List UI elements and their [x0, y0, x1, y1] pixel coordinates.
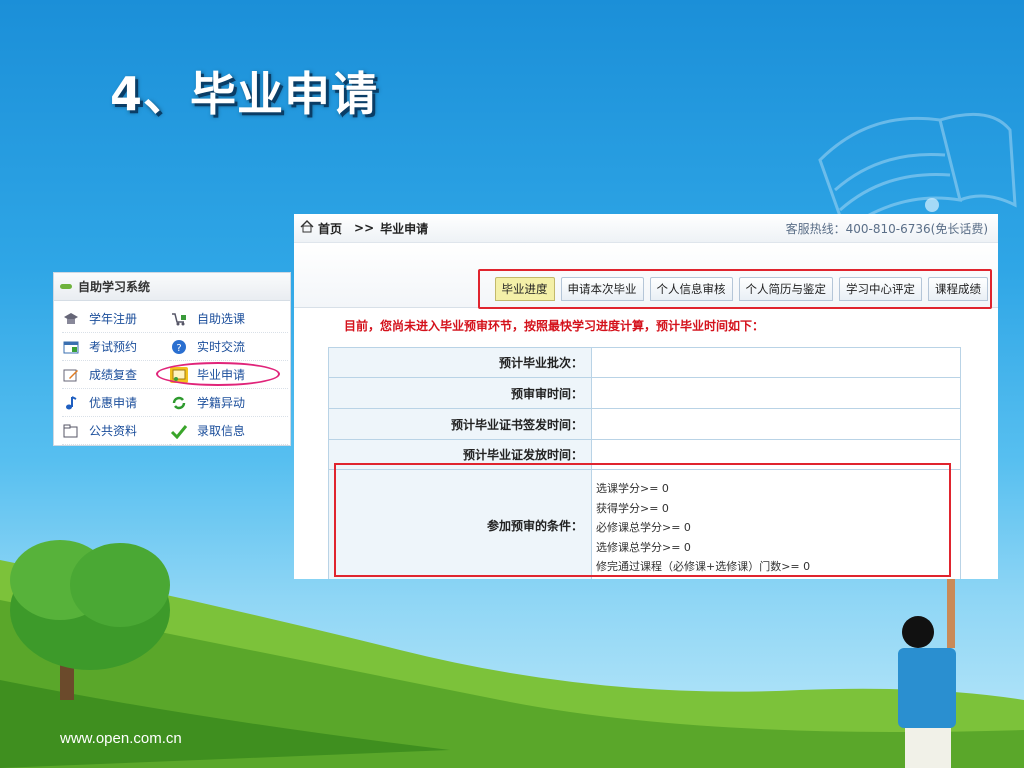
breadcrumb-separator: >>	[354, 221, 375, 235]
certificate-sign-time-label: 预计毕业证书签发时间：	[328, 408, 592, 440]
hotline-text: 客服热线：400-810-6736(免长话费)	[785, 221, 988, 236]
document-icon	[62, 423, 80, 439]
sidebar-item-live-chat[interactable]: ? 实时交流	[170, 333, 288, 361]
highlight-ellipse	[156, 362, 280, 386]
checkmark-icon	[170, 423, 188, 439]
batch-value	[591, 347, 961, 378]
sidebar-item-discount-application[interactable]: 优惠申请	[62, 389, 170, 417]
home-icon[interactable]	[300, 220, 314, 236]
sidebar-item-registration[interactable]: 学年注册	[62, 305, 170, 333]
top-bar: 首页 >> 毕业申请 客服热线：400-810-6736(免长话费)	[294, 214, 998, 243]
breadcrumb-home[interactable]: 首页	[318, 220, 342, 237]
music-note-icon	[62, 395, 80, 411]
batch-label: 预计毕业批次：	[328, 347, 592, 378]
graduation-cap-icon	[62, 311, 80, 327]
collapse-icon[interactable]	[60, 284, 72, 289]
refresh-icon	[170, 395, 188, 411]
sidebar-item-public-materials[interactable]: 公共资料	[62, 417, 170, 445]
calendar-icon	[62, 339, 80, 355]
sidebar-item-admission-info[interactable]: 录取信息	[170, 417, 288, 445]
graduation-application-panel: 首页 >> 毕业申请 客服热线：400-810-6736(免长话费) 毕业进度 …	[294, 214, 998, 579]
review-time-value	[591, 377, 961, 409]
sidebar-item-status-change[interactable]: 学籍异动	[170, 389, 288, 417]
sidebar-item-exam-booking[interactable]: 考试预约	[62, 333, 170, 361]
cart-icon	[170, 311, 188, 327]
conditions-highlight-box	[334, 463, 951, 577]
open-book-watermark	[818, 112, 1017, 233]
tabs-highlight-box	[478, 269, 992, 309]
edit-icon	[62, 367, 80, 383]
svg-text:?: ?	[176, 343, 181, 354]
sidebar-item-course-selection[interactable]: 自助选课	[170, 305, 288, 333]
graduation-notice: 目前，您尚未进入毕业预审环节，按照最快学习进度计算，预计毕业时间如下：	[344, 319, 765, 333]
breadcrumb-current: 毕业申请	[380, 221, 429, 236]
slide-title: 4、毕业申请	[110, 67, 379, 121]
review-time-label: 预审审时间：	[328, 377, 592, 409]
person-figure	[898, 578, 956, 768]
sidebar-title: 自助学习系统	[78, 280, 151, 294]
help-icon: ?	[170, 339, 188, 355]
breadcrumb: 首页 >> 毕业申请	[294, 220, 428, 237]
sidebar-header: 自助学习系统	[54, 273, 290, 301]
self-study-sidebar: 自助学习系统 学年注册 自助选课 考试预约 ? 实时交流 成绩复查 毕业申请 优…	[53, 272, 291, 446]
footer-url: www.open.com.cn	[60, 730, 182, 747]
certificate-sign-time-value	[591, 408, 961, 440]
sidebar-item-score-review[interactable]: 成绩复查	[62, 361, 170, 389]
